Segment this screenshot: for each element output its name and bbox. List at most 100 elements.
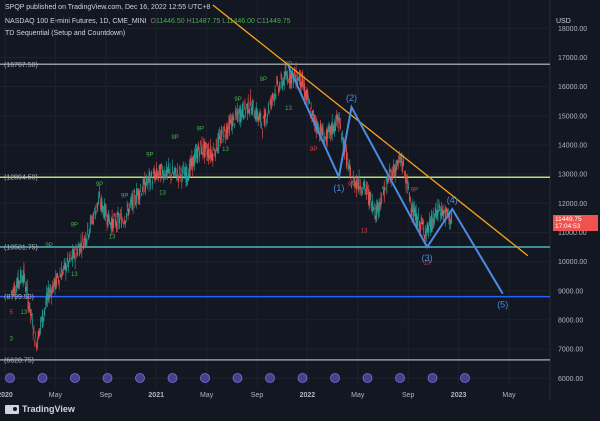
- price-chart[interactable]: 6000.007000.008000.009000.0010000.001100…: [0, 0, 600, 421]
- candle-body: [47, 293, 48, 301]
- candle-body: [393, 169, 395, 176]
- event-icon: [102, 373, 113, 383]
- candle-body: [206, 150, 208, 156]
- candle-body: [122, 221, 124, 223]
- td-marker-label: 9P: [121, 193, 128, 199]
- candle-body: [318, 125, 320, 127]
- candle-body: [266, 120, 268, 123]
- event-icon: [37, 373, 48, 383]
- candle-body: [190, 159, 192, 167]
- candle-body: [66, 267, 68, 271]
- candle-body: [51, 290, 53, 298]
- candle-body: [423, 227, 425, 233]
- candle-body: [273, 94, 275, 102]
- candle-body: [248, 110, 250, 114]
- candle-body: [271, 100, 273, 103]
- td-marker-label: 9P: [348, 182, 355, 188]
- candle-body: [92, 217, 94, 218]
- candle-body: [304, 93, 306, 100]
- candle-body: [118, 216, 120, 224]
- candle-body: [225, 126, 227, 138]
- candle-body: [120, 213, 121, 216]
- last-price: 11449.75: [555, 216, 582, 224]
- td-marker-label: 13: [285, 106, 292, 112]
- candle-body: [443, 210, 445, 216]
- last-price-badge: 11449.75 17:04:53: [553, 215, 598, 232]
- candle-body: [195, 150, 197, 152]
- candle-body: [245, 109, 247, 114]
- y-tick-label: 10000.00: [558, 259, 587, 266]
- candle-body: [341, 138, 342, 140]
- candle-body: [15, 285, 17, 293]
- candle-body: [28, 306, 30, 308]
- candle-body: [88, 234, 89, 239]
- candle-body: [210, 152, 212, 155]
- candle-body: [227, 127, 229, 134]
- candle-body: [62, 266, 64, 270]
- candle-body: [177, 169, 179, 175]
- candle-body: [264, 112, 266, 127]
- candle-body: [96, 203, 98, 209]
- candle-body: [252, 100, 254, 104]
- candle-body: [165, 169, 167, 179]
- candle-body: [236, 115, 237, 116]
- candle-body: [160, 167, 162, 181]
- candle-body: [211, 153, 213, 161]
- candle-body: [223, 126, 225, 139]
- candle-body: [167, 168, 168, 173]
- candle-body: [23, 265, 25, 282]
- candle-body: [159, 164, 161, 179]
- x-tick-label: May: [351, 392, 365, 399]
- tradingview-logo[interactable]: TradingView: [5, 404, 75, 414]
- candle-body: [263, 113, 265, 123]
- candle-body: [234, 123, 236, 127]
- candle-body: [224, 127, 226, 128]
- candle-body: [151, 172, 152, 177]
- candle-body: [145, 186, 147, 191]
- candle-body: [212, 154, 214, 161]
- event-icon: [362, 373, 373, 383]
- candle-body: [17, 272, 19, 289]
- indicator-legend[interactable]: TD Sequential (Setup and Countdown): [5, 29, 125, 38]
- candle-body: [381, 199, 383, 203]
- candle-body: [84, 236, 86, 243]
- candle-body: [48, 294, 50, 300]
- level-label: (8799.50): [4, 294, 34, 301]
- y-tick-label: 13000.00: [558, 172, 587, 179]
- candle-body: [191, 156, 193, 165]
- candle-body: [81, 249, 83, 251]
- candle-body: [250, 95, 252, 102]
- event-icon: [200, 373, 210, 383]
- candle-body: [108, 210, 110, 222]
- candle-body: [86, 237, 88, 244]
- candle-body: [254, 117, 256, 120]
- candle-body: [26, 287, 27, 292]
- candle-body: [181, 176, 183, 183]
- candle-body: [298, 77, 299, 81]
- candle-body: [228, 118, 230, 124]
- candle-body: [409, 197, 411, 200]
- candle-body: [283, 80, 284, 84]
- candle-body: [199, 151, 200, 157]
- symbol-legend[interactable]: NASDAQ 100 E-mini Futures, 1D, CME_MINI …: [5, 17, 291, 26]
- candle-body: [180, 167, 182, 173]
- candle-body: [136, 188, 137, 203]
- candle-body: [192, 157, 194, 171]
- candle-body: [393, 164, 394, 173]
- level-label: (6628.75): [4, 357, 34, 364]
- candle-body: [403, 159, 404, 166]
- candle-body: [348, 165, 350, 168]
- candle-body: [239, 111, 241, 122]
- candle-body: [272, 93, 273, 99]
- candle-body: [412, 204, 414, 212]
- candle-body: [36, 339, 38, 348]
- candle-body: [408, 186, 410, 190]
- x-tick-label: Sep: [100, 392, 113, 399]
- candle-body: [397, 160, 399, 164]
- candle-body: [229, 120, 231, 134]
- candle-body: [100, 197, 102, 207]
- candle-body: [38, 331, 40, 338]
- td-marker-label: 13: [71, 272, 78, 278]
- candle-body: [46, 292, 47, 305]
- candle-body: [34, 339, 36, 347]
